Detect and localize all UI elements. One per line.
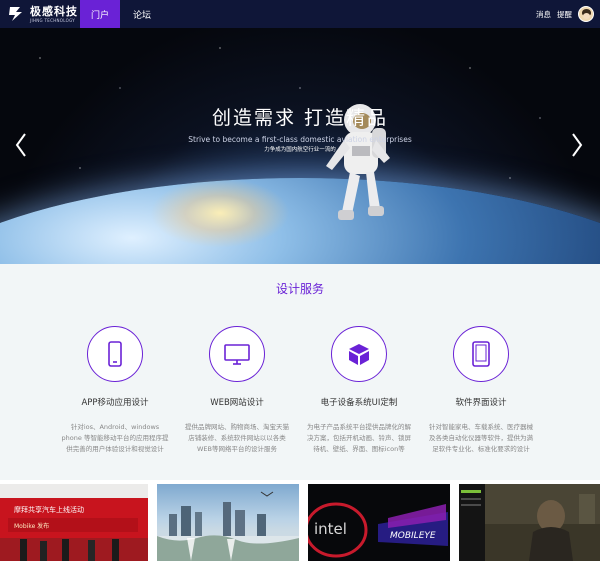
city-waterfall-image <box>157 491 299 561</box>
carousel-next-icon[interactable] <box>570 132 584 158</box>
portfolio-thumb-game[interactable] <box>459 484 600 561</box>
service-title: 软件界面设计 <box>455 398 507 408</box>
thumb-text-intel: intel <box>314 520 347 538</box>
thumb-text-sub: Mobike 发布 <box>14 522 49 530</box>
service-icon-circle <box>331 326 387 382</box>
top-navbar: 极感科技 JIHNG TECHNOLOGY 门户 论坛 消息 提醒 <box>0 0 600 28</box>
service-desc: 为电子产品系统平台提供品牌化的解决方案，包括开机动画、铃声、锁屏待机、壁纸、界面… <box>307 423 411 453</box>
service-title: APP移动应用设计 <box>81 398 149 408</box>
service-card-app[interactable]: APP移动应用设计 针对ios、Android、windows phone 等智… <box>60 326 170 455</box>
service-title: 电子设备系统UI定制 <box>320 398 398 408</box>
portfolio-thumbnails: 摩拜共享汽车上线活动 Mobike 发布 intel MOBILEYE <box>0 484 600 561</box>
notifications-link[interactable]: 提醒 <box>557 9 572 20</box>
service-title: WEB网站设计 <box>210 398 264 408</box>
thumb-text-mobileye: MOBILEYE <box>390 531 436 541</box>
portfolio-thumb-mobike[interactable]: 摩拜共享汽车上线活动 Mobike 发布 <box>0 484 148 561</box>
service-card-software[interactable]: 软件界面设计 针对智能家电、车载系统、医疗器械及各类自动化仪器等软件，提供为满足… <box>426 326 536 455</box>
service-desc: 针对智能家电、车载系统、医疗器械及各类自动化仪器等软件，提供为满足软件专业化、标… <box>429 423 533 453</box>
services-section: 设计服务 APP移动应用设计 针对ios、Android、windows pho… <box>0 264 600 480</box>
logo-text-en: JIHNG TECHNOLOGY <box>30 17 76 23</box>
service-icon-circle <box>453 326 509 382</box>
tablet-icon <box>472 341 490 367</box>
services-title: 设计服务 <box>275 282 324 296</box>
hero-title: 创造需求 打造精品 <box>211 107 389 129</box>
service-desc: 提供品牌网站、购物商场、淘宝天猫店铺装修、系统软件网站以以各类WEB等网络平台的… <box>185 423 289 453</box>
box-icon <box>349 344 369 365</box>
service-icon-circle <box>209 326 265 382</box>
mobile-icon <box>108 341 122 367</box>
intel-mobileye-image: intel MOBILEYE <box>308 502 448 558</box>
portfolio-thumb-intel[interactable]: intel MOBILEYE <box>308 484 450 561</box>
event-stage-image: 摩拜共享汽车上线活动 Mobike 发布 <box>0 484 148 561</box>
portfolio-thumb-city[interactable] <box>157 484 299 561</box>
service-icon-circle <box>87 326 143 382</box>
thumb-text-headline: 摩拜共享汽车上线活动 <box>14 505 84 514</box>
service-card-web[interactable]: WEB网站设计 提供品牌网站、购物商场、淘宝天猫店铺装修、系统软件网站以以各类W… <box>182 326 292 455</box>
hero-banner: 创造需求 打造精品 Strive to become a first-class… <box>0 28 600 264</box>
tab-forum[interactable]: 论坛 <box>122 0 162 28</box>
sun-glow <box>150 178 290 248</box>
logo-icon <box>9 7 22 21</box>
game-screenshot-image <box>459 484 600 561</box>
service-card-ui[interactable]: 电子设备系统UI定制 为电子产品系统平台提供品牌化的解决方案，包括开机动画、铃声… <box>304 326 414 455</box>
carousel-prev-icon[interactable] <box>14 132 28 158</box>
messages-link[interactable]: 消息 <box>536 9 551 20</box>
logo-text-cn: 极感科技 <box>30 4 78 18</box>
tab-portal[interactable]: 门户 <box>80 0 120 28</box>
service-desc: 针对ios、Android、windows phone 等智能移动平台的应用程序… <box>61 423 169 453</box>
hero-subtitle-cn: 力争成为国内航空行业一流的 <box>264 147 336 153</box>
site-logo[interactable]: 极感科技 JIHNG TECHNOLOGY <box>6 4 78 24</box>
hero-subtitle: Strive to become a first-class domestic … <box>188 135 412 144</box>
monitor-icon <box>224 344 250 365</box>
avatar[interactable] <box>578 6 594 22</box>
